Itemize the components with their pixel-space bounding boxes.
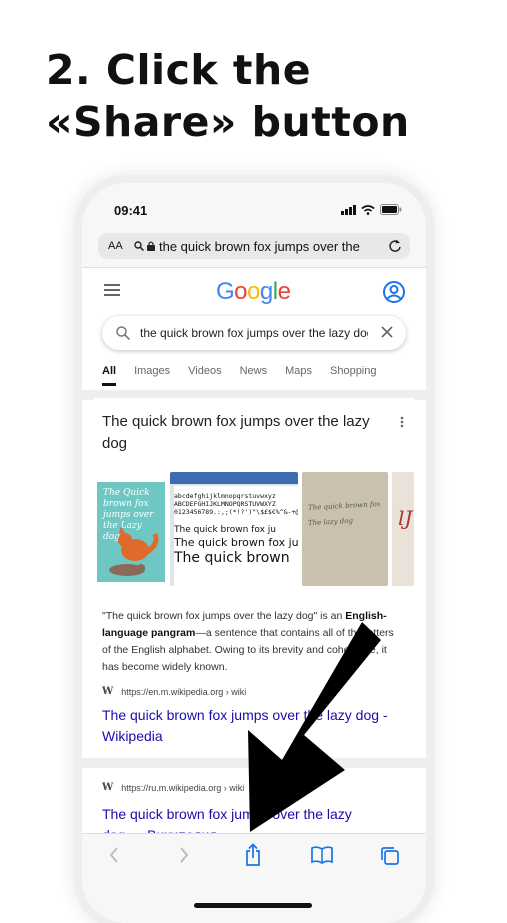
forward-icon[interactable] <box>178 846 190 864</box>
clear-search-icon[interactable] <box>380 325 394 339</box>
search-tabs: All Images Videos News Maps Shopping <box>102 365 395 386</box>
share-icon[interactable] <box>243 843 263 867</box>
image-lettering: lJ <box>398 506 413 530</box>
image-thumb[interactable]: lJ <box>392 472 414 586</box>
source-url: https://ru.m.wikipedia.org › wiki <box>121 782 245 793</box>
result-description: "The quick brown fox jumps over the lazy… <box>102 610 394 673</box>
image-thumb[interactable]: The Quick brown fox jumps over the Lazy … <box>94 472 166 586</box>
tab-images[interactable]: Images <box>134 365 170 386</box>
signal-icon <box>341 204 356 215</box>
font-sample-line: ABCDEFGHIJKLMNOPQRSTUVWXYZ <box>174 500 276 508</box>
reload-icon[interactable] <box>388 238 402 253</box>
google-logo-letter: g <box>259 278 273 305</box>
image-thumb[interactable]: The quick brown fox The lazy dog <box>302 472 388 586</box>
google-logo[interactable]: Google <box>216 278 291 306</box>
wifi-icon <box>361 204 375 215</box>
status-time: 09:41 <box>114 203 148 218</box>
google-logo-letter: o <box>234 278 248 305</box>
image-strip: The Quick brown fox jumps over the Lazy … <box>94 472 414 586</box>
hamburger-menu-icon[interactable] <box>104 284 120 296</box>
source-url: https://en.m.wikipedia.org › wiki <box>121 686 247 697</box>
fox-illustration <box>109 526 159 576</box>
tab-news[interactable]: News <box>240 365 268 386</box>
google-logo-letter: o <box>247 278 260 305</box>
font-sample-line: 0123456789.:,;(*!?')"\$£$€%^&-+@ <box>174 508 298 516</box>
status-bar: 09:41 <box>82 183 426 227</box>
account-icon[interactable] <box>382 280 406 304</box>
tab-shopping[interactable]: Shopping <box>330 365 377 386</box>
image-thumb[interactable]: abcdefghijklmnopqrstuvwxyz ABCDEFGHIJKLM… <box>170 472 298 586</box>
search-input[interactable]: the quick brown fox jumps over the lazy … <box>102 316 406 350</box>
back-icon[interactable] <box>108 846 120 864</box>
handwriting-text: The lazy dog <box>307 516 354 528</box>
search-query[interactable]: the quick brown fox jumps over the lazy … <box>140 326 368 340</box>
wikipedia-logo-icon: W <box>102 782 114 793</box>
handwriting-text: The quick brown fox <box>307 500 381 512</box>
more-options-icon[interactable] <box>400 416 404 428</box>
tabs-icon[interactable] <box>380 846 400 866</box>
result-source: W https://ru.m.wikipedia.org › wiki <box>102 782 244 793</box>
tab-maps[interactable]: Maps <box>285 365 312 386</box>
address-bar[interactable]: AA the quick brown fox jumps over the <box>98 233 410 259</box>
safari-toolbar <box>82 833 426 923</box>
home-indicator <box>194 903 312 908</box>
phone-screen: 09:41 AA the quick brown fox jumps over … <box>82 183 426 923</box>
font-sample-big: The quick brown fox ju <box>174 536 298 549</box>
instruction-heading: 2. Click the «Share» button <box>46 46 410 146</box>
bookmarks-icon[interactable] <box>311 846 333 864</box>
google-header: Google <box>82 268 426 318</box>
search-icon <box>116 326 130 340</box>
lock-icon <box>147 241 155 251</box>
font-sample-line: abcdefghijklmnopqrstuvwxyz <box>174 492 276 500</box>
tab-videos[interactable]: Videos <box>188 365 221 386</box>
reader-aa-button[interactable]: AA <box>108 240 128 252</box>
tab-all[interactable]: All <box>102 365 117 386</box>
result-source: W https://en.m.wikipedia.org › wiki <box>102 686 246 697</box>
google-logo-letter: e <box>277 278 291 305</box>
wikipedia-logo-icon: W <box>102 686 114 697</box>
address-url[interactable]: the quick brown fox jumps over the <box>159 239 369 254</box>
result-link[interactable]: The quick brown fox jumps over the lazy … <box>102 705 402 747</box>
featured-result-card: The quick brown fox jumps over the lazy … <box>94 398 414 758</box>
font-sample-big: The quick brown <box>174 550 290 566</box>
battery-icon <box>380 204 402 215</box>
result-title: The quick brown fox jumps over the lazy … <box>102 413 370 452</box>
search-icon <box>134 241 144 251</box>
font-sample-big: The quick brown fox ju <box>174 525 276 535</box>
google-logo-letter: G <box>216 278 235 305</box>
